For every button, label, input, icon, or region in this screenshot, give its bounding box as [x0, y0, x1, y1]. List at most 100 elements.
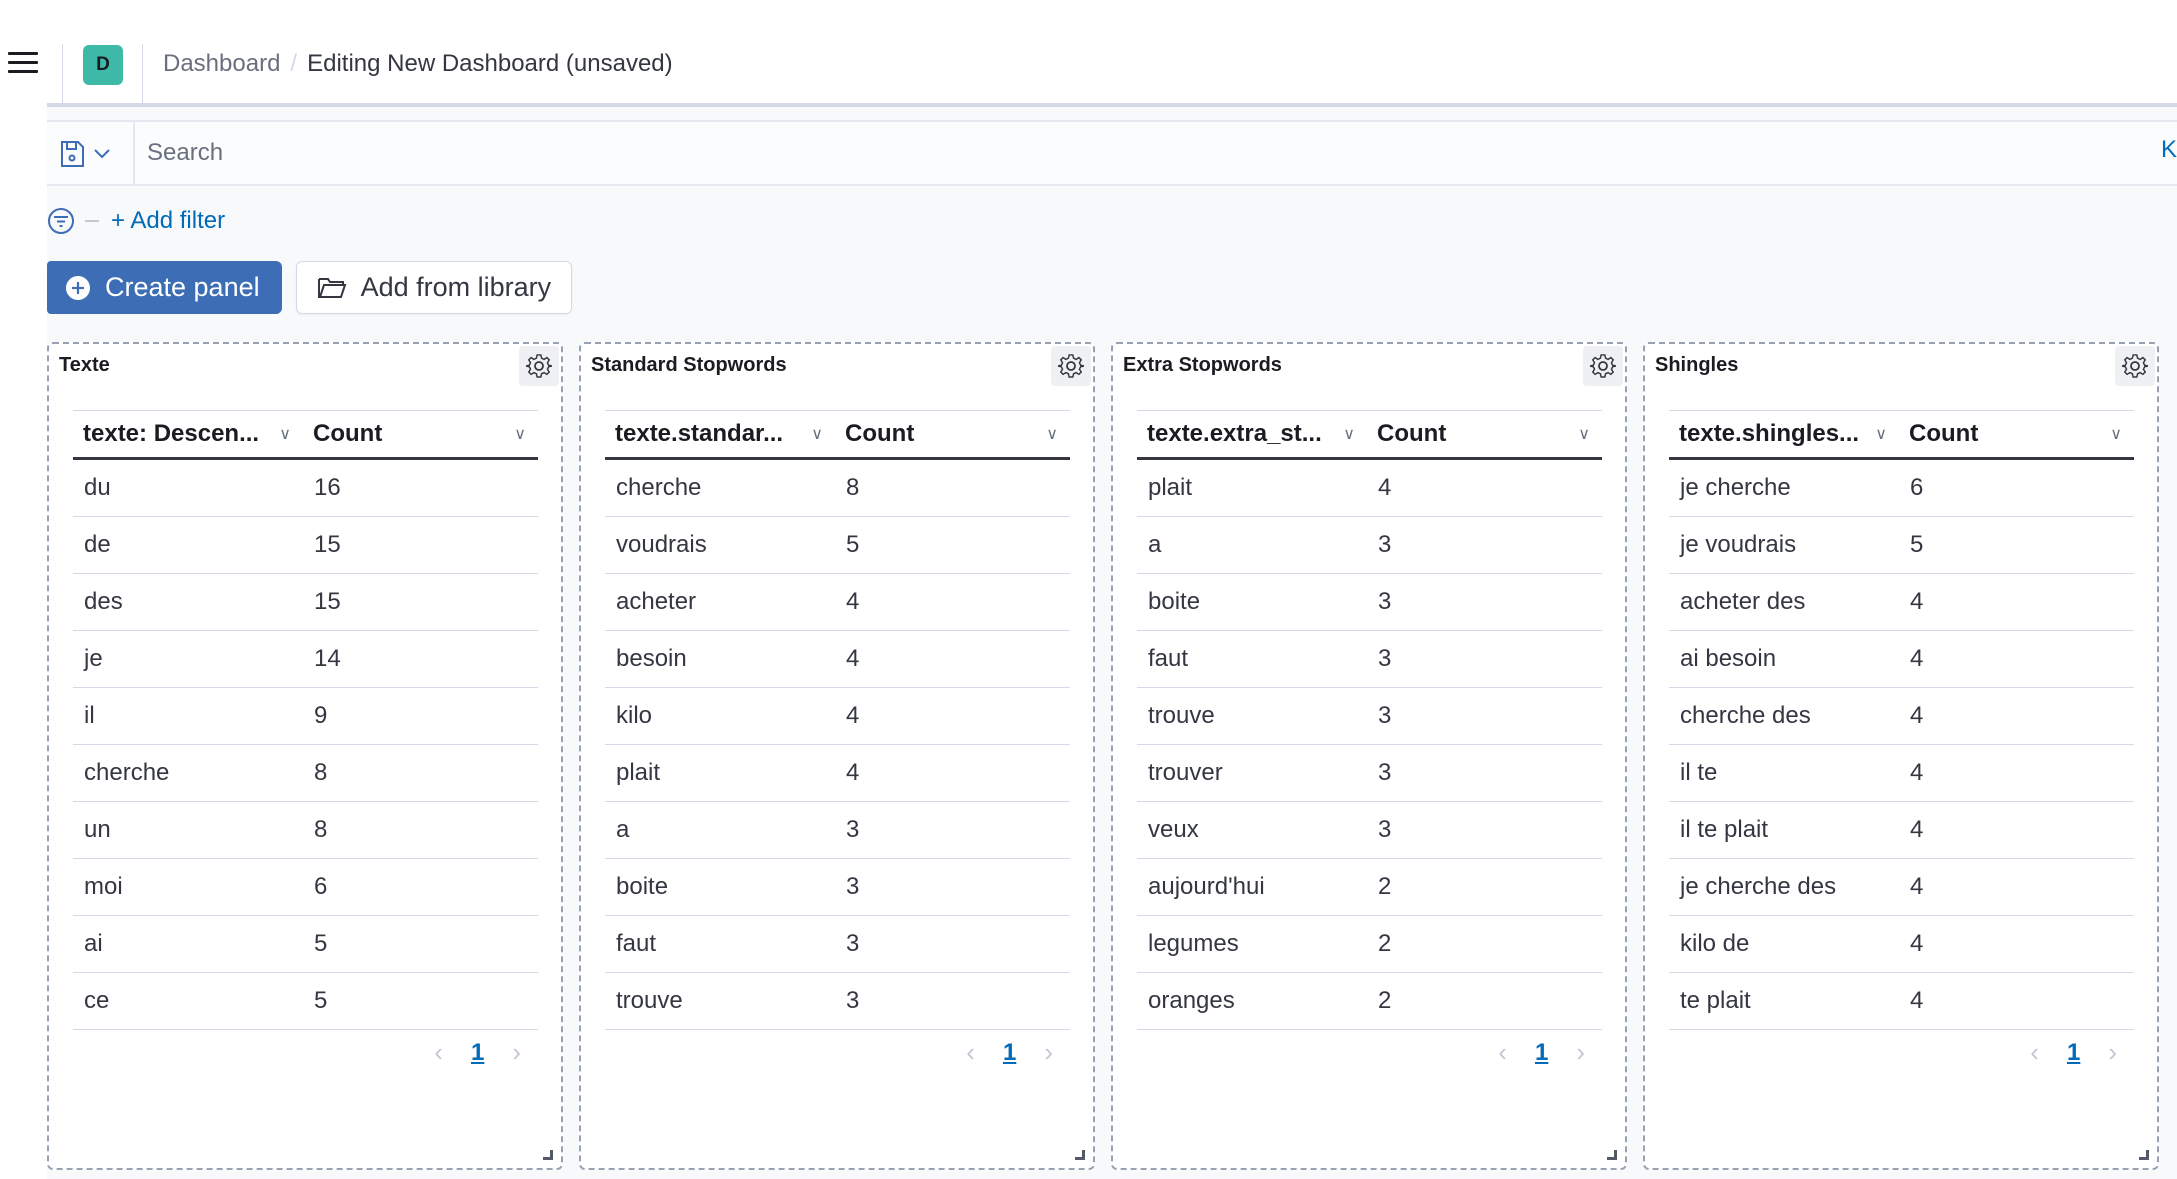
term-cell: je — [84, 645, 103, 672]
panel-extra-stopwords: Extra Stopwords texte.extra_st... ∨ Count… — [1111, 342, 1627, 1170]
term-cell: aujourd'hui — [1148, 873, 1265, 900]
data-table: texte.shingles... ∨ Count ∨ je cherche 6 je … — [1669, 410, 2134, 1030]
panel-options-button[interactable] — [1583, 346, 1623, 386]
query-language-button[interactable]: K — [2161, 136, 2177, 164]
previous-page-icon[interactable]: ‹ — [434, 1037, 443, 1068]
count-cell: 3 — [846, 816, 860, 843]
column-header-term[interactable]: texte.extra_st... ∨ — [1137, 420, 1367, 448]
menu-line — [8, 52, 38, 55]
next-page-icon[interactable]: › — [1044, 1037, 1053, 1068]
term-cell: trouver — [1148, 759, 1223, 786]
create-panel-button[interactable]: Create panel — [47, 261, 282, 314]
column-header-term[interactable]: texte: Descen... ∨ — [73, 420, 303, 448]
plus-circle-icon — [66, 275, 90, 300]
count-cell: 3 — [846, 873, 860, 900]
count-cell: 3 — [1378, 588, 1392, 615]
page-number[interactable]: 1 — [471, 1039, 484, 1067]
table-row: cherche 8 — [73, 745, 538, 802]
term-cell: il te plait — [1680, 816, 1769, 843]
term-cell: je voudrais — [1680, 531, 1797, 558]
data-table: texte: Descen... ∨ Count ∨ du 16 de 15 des 15 je… — [73, 410, 538, 1030]
resize-handle[interactable] — [2139, 1150, 2149, 1160]
resize-handle[interactable] — [543, 1150, 553, 1160]
add-filter-button[interactable]: + Add filter — [111, 207, 225, 235]
column-header-term[interactable]: texte.standar... ∨ — [605, 420, 835, 448]
table-row: du 16 — [73, 460, 538, 517]
next-page-icon[interactable]: › — [2108, 1037, 2117, 1068]
count-cell: 3 — [1378, 702, 1392, 729]
count-cell: 4 — [1910, 930, 1924, 957]
column-header-count[interactable]: Count ∨ — [303, 420, 538, 448]
chevron-down-icon: ∨ — [514, 426, 526, 443]
panel-options-button[interactable] — [2115, 346, 2155, 386]
column-header-term[interactable]: texte.shingles... ∨ — [1669, 420, 1899, 448]
previous-page-icon[interactable]: ‹ — [2030, 1037, 2039, 1068]
table-body: cherche 8 voudrais 5 acheter 4 besoin 4 kilo 4 pla… — [605, 460, 1070, 1030]
column-header-count[interactable]: Count ∨ — [835, 420, 1070, 448]
table-row: plait 4 — [1137, 460, 1602, 517]
count-cell: 8 — [314, 816, 328, 843]
term-cell: plait — [1148, 474, 1193, 501]
resize-handle[interactable] — [1607, 1150, 1617, 1160]
next-page-icon[interactable]: › — [512, 1037, 521, 1068]
count-cell: 4 — [846, 645, 860, 672]
previous-page-icon[interactable]: ‹ — [1498, 1037, 1507, 1068]
panel-options-button[interactable] — [519, 346, 559, 386]
table-row: je cherche 6 — [1669, 460, 2134, 517]
term-cell: faut — [616, 930, 657, 957]
term-cell: des — [84, 588, 123, 615]
panel-title: Shingles — [1655, 354, 1739, 376]
gear-icon — [1057, 354, 1085, 378]
hamburger-menu-button[interactable] — [8, 52, 38, 76]
table-row: oranges 2 — [1137, 973, 1602, 1030]
pagination: ‹ 1 › — [434, 1037, 521, 1068]
create-panel-label: Create panel — [105, 272, 260, 302]
term-cell: je cherche — [1680, 474, 1791, 501]
table-row: je voudrais 5 — [1669, 517, 2134, 574]
next-page-icon[interactable]: › — [1576, 1037, 1585, 1068]
table-row: acheter des 4 — [1669, 574, 2134, 631]
count-cell: 15 — [314, 531, 341, 558]
count-cell: 4 — [1910, 588, 1924, 615]
panel-options-button[interactable] — [1051, 346, 1091, 386]
page-number[interactable]: 1 — [1003, 1039, 1016, 1067]
count-cell: 3 — [846, 987, 860, 1014]
filter-icon[interactable] — [47, 207, 75, 235]
table-row: il te plait 4 — [1669, 802, 2134, 859]
table-header: texte.shingles... ∨ Count ∨ — [1669, 410, 2134, 460]
page-number[interactable]: 1 — [2067, 1039, 2080, 1067]
search-input[interactable] — [147, 132, 2097, 174]
count-cell: 3 — [1378, 531, 1392, 558]
column-label: Count — [1909, 420, 1979, 447]
term-cell: cherche — [616, 474, 702, 501]
column-header-count[interactable]: Count ∨ — [1899, 420, 2134, 448]
chevron-down-icon: ∨ — [1578, 426, 1590, 443]
term-cell: besoin — [616, 645, 687, 672]
resize-handle[interactable] — [1075, 1150, 1085, 1160]
count-cell: 4 — [1910, 873, 1924, 900]
count-cell: 6 — [314, 873, 328, 900]
count-cell: 2 — [1378, 987, 1392, 1014]
previous-page-icon[interactable]: ‹ — [966, 1037, 975, 1068]
panel-texte: Texte texte: Descen... ∨ Count ∨ du 16 de 15 d… — [47, 342, 563, 1170]
table-row: a3 — [1137, 517, 1602, 574]
page-number[interactable]: 1 — [1535, 1039, 1548, 1067]
term-cell: oranges — [1148, 987, 1235, 1014]
panel-title: Extra Stopwords — [1123, 354, 1282, 376]
column-header-count[interactable]: Count ∨ — [1367, 420, 1602, 448]
add-from-library-button[interactable]: Add from library — [295, 261, 573, 314]
term-cell: voudrais — [616, 531, 707, 558]
term-cell: il — [84, 702, 95, 729]
chevron-down-icon: ∨ — [811, 426, 823, 443]
saved-query-menu-button[interactable] — [59, 136, 125, 172]
table-row: a3 — [605, 802, 1070, 859]
table-row: trouver 3 — [1137, 745, 1602, 802]
term-cell: boite — [1148, 588, 1201, 615]
chevron-down-icon — [94, 149, 110, 159]
count-cell: 5 — [314, 987, 328, 1014]
table-row: je cherche des 4 — [1669, 859, 2134, 916]
table-row: de 15 — [73, 517, 538, 574]
term-cell: trouve — [1148, 702, 1215, 729]
count-cell: 8 — [314, 759, 328, 786]
pagination: ‹ 1 › — [2030, 1037, 2117, 1068]
